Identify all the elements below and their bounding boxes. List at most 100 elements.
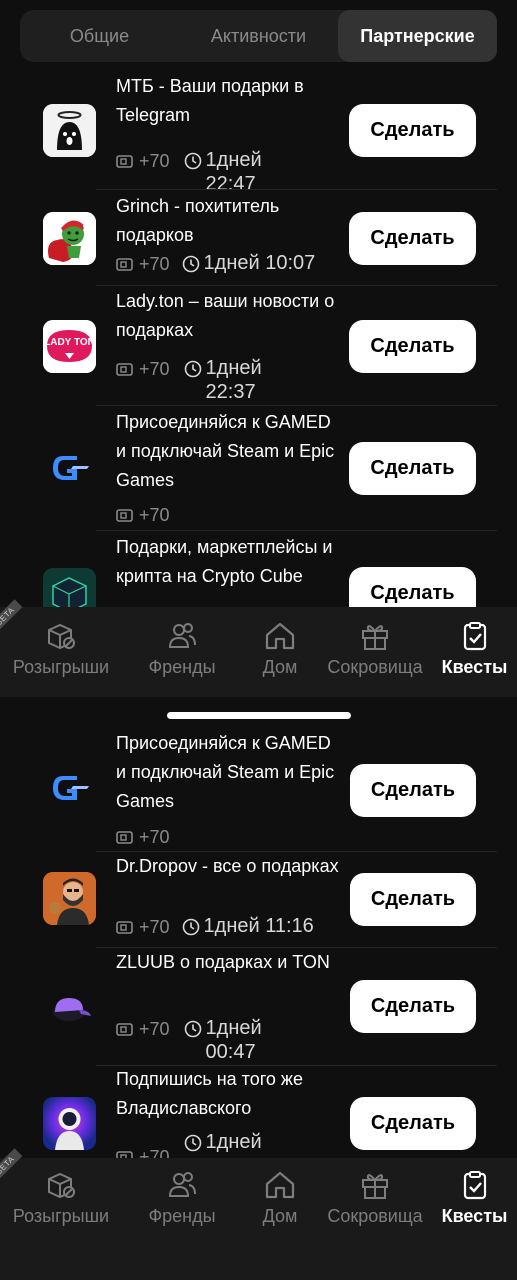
- dr-dropov-icon: [43, 872, 96, 925]
- nav-giveaways[interactable]: BETA Розыгрыши: [0, 599, 122, 697]
- list-item: LADY TON Lady.ton – ваши новости о подар…: [0, 286, 517, 406]
- crypto-cube-icon: [43, 568, 96, 607]
- reward: +70: [116, 356, 170, 382]
- quest-meta: +70 1дней 00:47: [116, 1016, 270, 1064]
- ticket-icon: [116, 830, 133, 844]
- quest-list[interactable]: Присоединяйся к GAMED и подключай Steam …: [0, 728, 517, 1158]
- nav-home[interactable]: Дом: [242, 607, 318, 697]
- gift-icon: [362, 1174, 388, 1199]
- do-button[interactable]: Сделать: [350, 980, 476, 1033]
- quest-meta: +70 1дней 22:37: [116, 356, 270, 404]
- quest-meta: +70 1дней 10:07: [116, 251, 315, 277]
- quest-list[interactable]: МТБ - Ваши подарки в Telegram +70 1дней 2…: [0, 74, 517, 607]
- giveaway-box-icon: [48, 1172, 75, 1199]
- list-item: Dr.Dropov - все о подарках +70 1дней 11:…: [0, 852, 517, 948]
- nav-giveaways[interactable]: BETA Розыгрыши: [0, 1148, 122, 1280]
- quest-title: Присоединяйся к GAMED и подключай Steam …: [116, 412, 335, 490]
- list-item: Присоединяйся к GAMED и подключай Steam …: [0, 728, 517, 852]
- quest-title: Присоединяйся к GAMED и подключай Steam …: [116, 733, 335, 811]
- nav-treasures[interactable]: Сокровища: [318, 607, 432, 697]
- timer: 1дней 22:37: [184, 356, 270, 404]
- reward: +70: [116, 824, 170, 850]
- tab-partners[interactable]: Партнерские: [338, 10, 497, 62]
- do-button[interactable]: Сделать: [349, 320, 476, 373]
- reward: +70: [116, 914, 170, 940]
- ticket-icon: [116, 1150, 133, 1158]
- nav-home[interactable]: Дом: [242, 1158, 318, 1280]
- ticket-icon: [116, 1022, 133, 1036]
- giveaway-box-icon: [48, 623, 75, 650]
- clock-icon: [182, 918, 199, 936]
- list-item: ZLUUB о подарках и TON +70 1дней 00:47 Сд…: [0, 948, 517, 1066]
- timer: 1дней 10:07: [182, 251, 315, 275]
- quest-meta: +70: [116, 824, 170, 850]
- nav-quests[interactable]: Квесты: [432, 1158, 517, 1280]
- quest-title: Подпишись на того же Владиславского: [116, 1069, 303, 1118]
- list-item: МТБ - Ваши подарки в Telegram +70 1дней 2…: [0, 74, 517, 195]
- clock-icon: [184, 360, 201, 378]
- reward: +70: [116, 1016, 170, 1042]
- list-item: Подпишись на того же Владиславского +70 …: [0, 1066, 517, 1158]
- gift-icon: [362, 625, 388, 650]
- nav-friends[interactable]: Френды: [122, 1158, 242, 1280]
- screen-bottom: Присоединяйся к GAMED и подключай Steam …: [0, 728, 517, 1280]
- lady-ton-icon: LADY TON: [43, 320, 96, 373]
- quest-title: МТБ - Ваши подарки в Telegram: [116, 76, 304, 125]
- bottom-nav: BETA Розыгрыши Френды Дом Сокровища Квес…: [0, 599, 517, 697]
- reward: +70: [116, 148, 170, 174]
- quest-meta: +70 1дней 11:16: [116, 914, 314, 940]
- quest-title: Dr.Dropov - все о подарках: [116, 856, 339, 876]
- do-button[interactable]: Сделать: [350, 873, 476, 926]
- reward: +70: [116, 251, 170, 277]
- do-button[interactable]: Сделать: [349, 567, 476, 607]
- clock-icon: [184, 1134, 201, 1152]
- friends-icon: [168, 623, 196, 648]
- quest-title: ZLUUB о подарках и TON: [116, 952, 330, 972]
- purple-cap-icon: [43, 982, 96, 1035]
- timer: 1дней 00:47: [184, 1016, 270, 1064]
- quests-clipboard-icon: [463, 1171, 486, 1200]
- ticket-icon: [116, 508, 133, 522]
- timer: 1дней: [184, 1130, 270, 1154]
- grinch-icon: [43, 212, 96, 265]
- reward: +70: [116, 502, 170, 528]
- quest-meta: +70: [116, 502, 170, 528]
- home-icon: [265, 622, 295, 650]
- astronaut-icon: [43, 1097, 96, 1150]
- do-button[interactable]: Сделать: [350, 1097, 476, 1150]
- do-button[interactable]: Сделать: [349, 442, 476, 495]
- tab-activities[interactable]: Активности: [179, 10, 338, 62]
- ticket-icon: [116, 362, 133, 376]
- ticket-icon: [116, 257, 133, 271]
- gamed-logo-icon: [43, 442, 96, 495]
- clock-icon: [182, 255, 199, 273]
- angel-ghost-icon: [43, 104, 96, 157]
- gamed-logo-icon: [43, 762, 96, 815]
- screen-top: Общие Активности Партнерские МТБ - Ваши …: [0, 0, 517, 728]
- home-icon: [265, 1171, 295, 1199]
- timer: 1дней 11:16: [182, 914, 314, 938]
- tab-bar: Общие Активности Партнерские: [20, 10, 497, 62]
- nav-treasures[interactable]: Сокровища: [318, 1158, 432, 1280]
- home-indicator: [167, 712, 351, 719]
- quests-clipboard-icon: [463, 622, 486, 651]
- clock-icon: [184, 152, 201, 170]
- svg-text:LADY TON: LADY TON: [44, 337, 95, 348]
- friends-icon: [168, 1172, 196, 1197]
- ticket-icon: [116, 154, 133, 168]
- do-button[interactable]: Сделать: [349, 104, 476, 157]
- quest-title: Подарки, маркетплейсы и крипта на Crypto…: [116, 537, 333, 586]
- nav-friends[interactable]: Френды: [122, 607, 242, 697]
- tab-general[interactable]: Общие: [20, 10, 179, 62]
- quest-meta: +70 1дней: [116, 1131, 270, 1158]
- quest-title: Grinch - похититель подарков: [116, 196, 280, 245]
- list-item: Подарки, маркетплейсы и крипта на Crypto…: [0, 531, 517, 607]
- quest-title: Lady.ton – ваши новости о подарках: [116, 291, 335, 340]
- nav-quests[interactable]: Квесты: [432, 607, 517, 697]
- bottom-nav: BETA Розыгрыши Френды Дом Сокровища Квес…: [0, 1148, 517, 1280]
- reward: +70: [116, 1144, 170, 1158]
- do-button[interactable]: Сделать: [349, 212, 476, 265]
- do-button[interactable]: Сделать: [350, 764, 476, 817]
- clock-icon: [184, 1020, 201, 1038]
- list-item: Присоединяйся к GAMED и подключай Steam …: [0, 406, 517, 531]
